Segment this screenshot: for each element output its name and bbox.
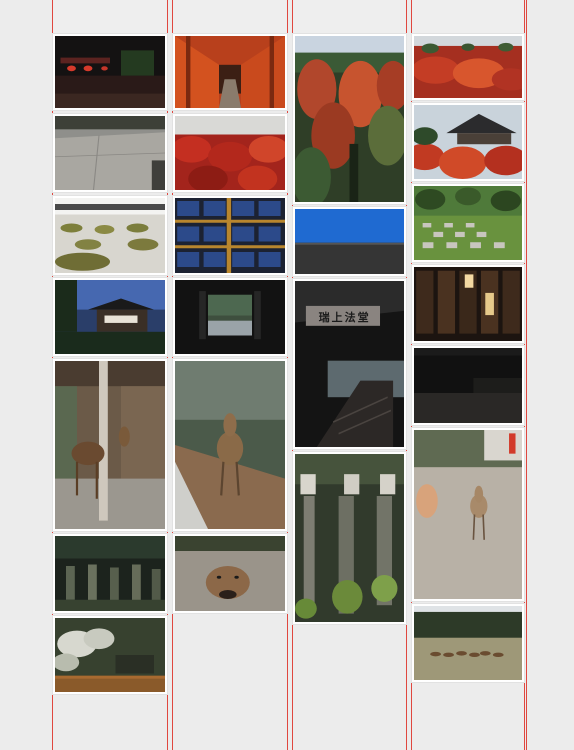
deer-on-path-photo[interactable]	[173, 359, 287, 531]
red-foliage-hillside-photo[interactable]	[412, 34, 524, 100]
column-top-spacer	[412, 0, 524, 34]
painted-ceiling-panels-photo[interactable]	[173, 196, 287, 275]
column-guide-line	[524, 0, 525, 750]
temple-roof-maple-photo[interactable]	[412, 103, 524, 181]
column-guide-line	[526, 0, 527, 750]
column-guide-line	[406, 0, 407, 750]
white-blossom-garden-photo[interactable]	[53, 616, 167, 694]
checkered-moss-garden-photo[interactable]	[412, 184, 524, 262]
blue-sky-rooftop-photo[interactable]	[293, 207, 406, 276]
deer-closeup-photo[interactable]	[173, 534, 287, 613]
deer-gravel-street-photo[interactable]	[412, 428, 524, 601]
gallery-column-2	[173, 0, 287, 750]
column-top-spacer	[173, 0, 287, 34]
temple-pavilion-dusk-photo[interactable]	[53, 278, 167, 356]
stone-courtyard-photo[interactable]	[53, 114, 167, 192]
deer-by-pillar-photo[interactable]	[53, 359, 167, 531]
temple-sign-text: 瑞上法堂	[318, 310, 371, 324]
column-top-spacer	[53, 0, 167, 34]
stone-lanterns-forest-photo[interactable]	[53, 534, 167, 613]
red-maple-roof-photo[interactable]	[173, 114, 287, 192]
temple-gate-sign-photo[interactable]: 瑞上法堂	[293, 279, 406, 449]
stone-lanterns-moss-photo[interactable]	[293, 452, 406, 624]
column-guide-line	[167, 0, 168, 750]
autumn-valley-photo[interactable]	[293, 34, 406, 204]
dark-corridor-photo[interactable]	[412, 346, 524, 425]
dark-window-frame-photo[interactable]	[173, 278, 287, 356]
gallery-column-1	[53, 0, 167, 750]
gallery-column-4	[412, 0, 524, 750]
gallery-column-3: 瑞上法堂	[293, 0, 406, 750]
column-top-spacer	[293, 0, 406, 34]
night-temple-lanterns-photo[interactable]	[53, 34, 167, 110]
calligraphy-lanterns-photo[interactable]	[412, 265, 524, 343]
deer-herd-field-photo[interactable]	[412, 604, 524, 682]
moss-garden-photo[interactable]	[53, 196, 167, 275]
column-guide-line	[287, 0, 288, 750]
torii-gate-tunnel-photo[interactable]	[173, 34, 287, 110]
